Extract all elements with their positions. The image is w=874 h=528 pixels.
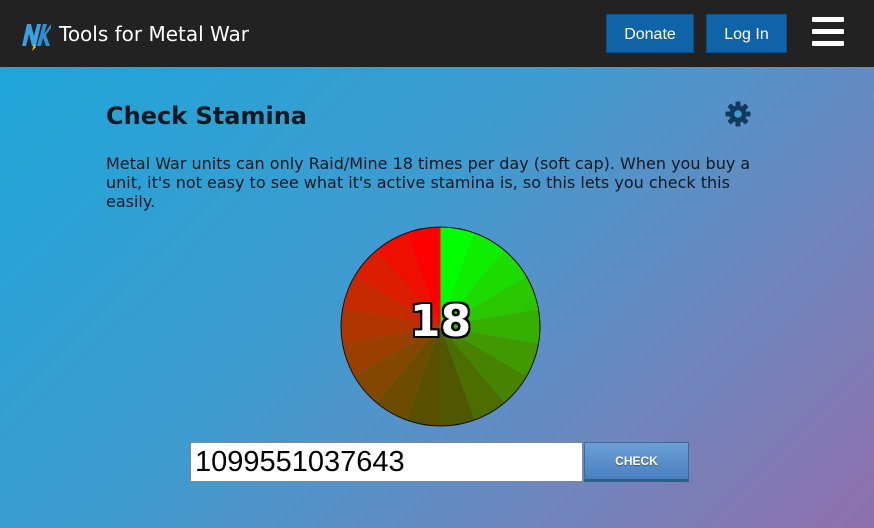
stamina-value: 18 [409, 296, 472, 347]
top-navbar: Tools for Metal War Donate Log In [0, 0, 874, 67]
app-title[interactable]: Tools for Metal War [59, 21, 249, 47]
login-button[interactable]: Log In [706, 14, 787, 53]
page-title: Check Stamina [106, 102, 307, 130]
gear-icon[interactable] [725, 101, 751, 127]
donate-button[interactable]: Donate [606, 14, 694, 53]
unit-id-input[interactable] [190, 442, 583, 482]
nk-logo-icon[interactable] [20, 18, 52, 52]
description-text: Metal War units can only Raid/Mine 18 ti… [106, 154, 751, 211]
check-button[interactable]: CHECK [584, 442, 689, 482]
hamburger-menu-icon[interactable] [812, 17, 844, 47]
